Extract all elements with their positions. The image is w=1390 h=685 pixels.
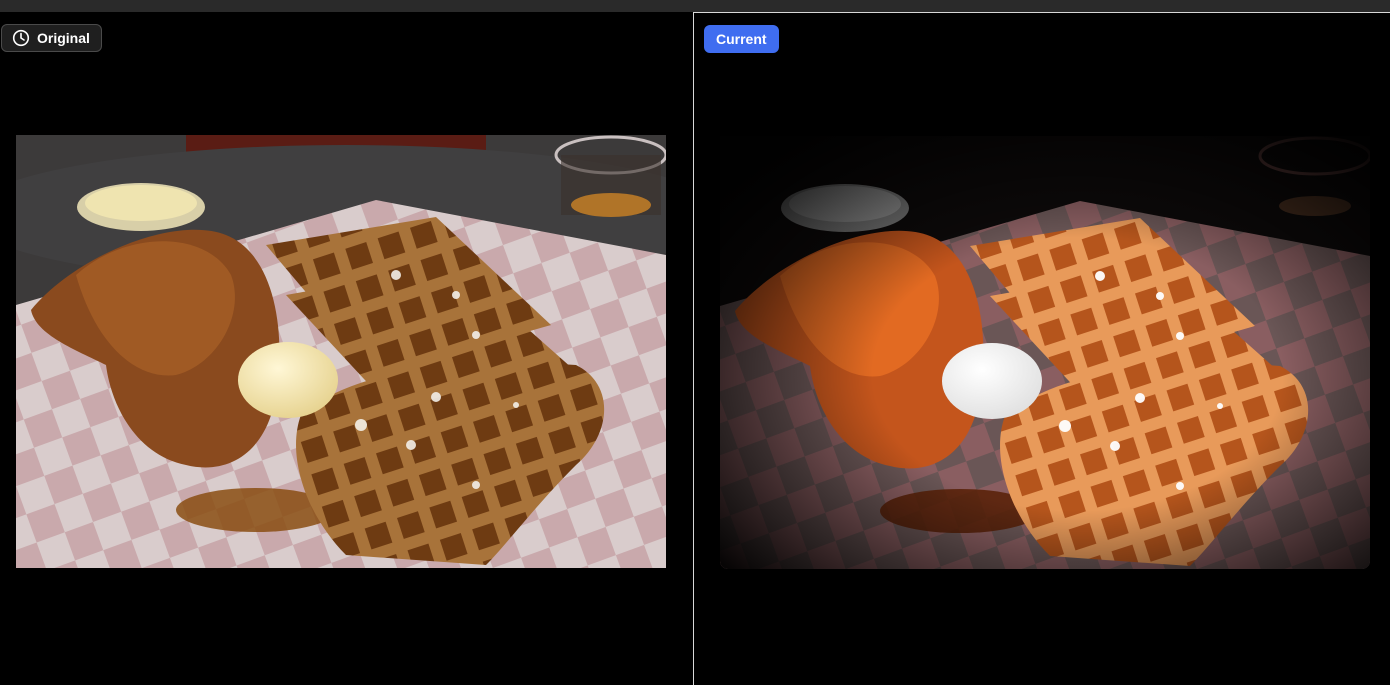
original-photo <box>16 135 666 568</box>
current-pane: Current <box>693 12 1390 685</box>
original-label: Original <box>37 30 90 46</box>
top-toolbar-strip <box>0 0 1390 12</box>
current-photo <box>720 136 1370 569</box>
current-label: Current <box>716 31 767 47</box>
original-pane: Original <box>0 12 693 685</box>
clock-icon <box>12 29 30 47</box>
current-badge[interactable]: Current <box>704 25 779 53</box>
original-badge[interactable]: Original <box>1 24 102 52</box>
